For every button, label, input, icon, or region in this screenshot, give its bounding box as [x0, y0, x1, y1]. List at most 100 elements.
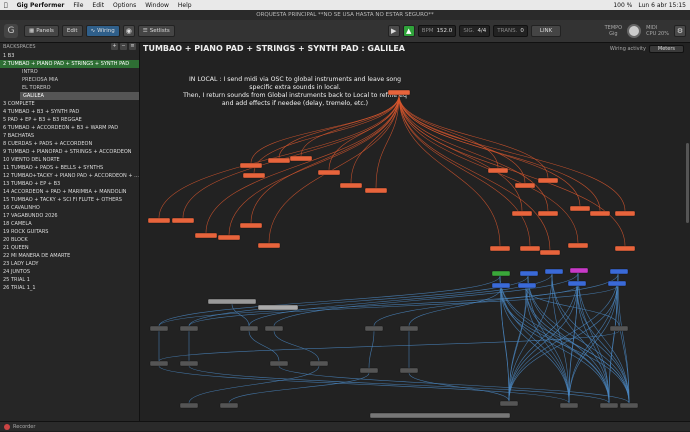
plugin-block[interactable] [514, 182, 536, 189]
plugin-block[interactable] [519, 270, 539, 277]
plugin-block[interactable] [217, 234, 241, 241]
plugin-block[interactable] [567, 280, 587, 287]
mixer-block[interactable] [207, 298, 257, 305]
add-icon[interactable]: + [111, 43, 118, 50]
menu-file[interactable]: File [73, 2, 83, 9]
plugin-block[interactable] [147, 217, 171, 224]
plugin-block[interactable] [242, 172, 266, 179]
plugin-block[interactable] [317, 169, 341, 176]
rackspace-item[interactable]: 5 PAD + EP + B3 + B3 REGGAE [0, 116, 139, 124]
variation-item[interactable]: INTRO [0, 68, 139, 76]
plugin-block[interactable] [239, 325, 259, 332]
rackspace-item[interactable]: 19 ROCK GUITARS [0, 228, 139, 236]
plugin-block[interactable] [149, 360, 169, 367]
plugin-block[interactable] [589, 210, 611, 217]
menu-help[interactable]: Help [178, 2, 192, 9]
rackspace-item[interactable]: 3 COMPLETE [0, 100, 139, 108]
plugin-block[interactable] [239, 162, 263, 169]
rackspace-item[interactable]: 12 TUMBAO+TACKY + PIANO PAD + ACCORDEON … [0, 172, 139, 180]
plugin-block[interactable] [499, 400, 519, 407]
plugin-block[interactable] [194, 232, 218, 239]
master-volume-knob[interactable] [627, 24, 642, 38]
signature-field[interactable]: SIG. 4/4 [459, 25, 491, 37]
plugin-block[interactable] [339, 182, 363, 189]
rackspace-item[interactable]: 24 JUNTOS [0, 268, 139, 276]
plugin-block[interactable] [569, 267, 589, 274]
rackspace-item[interactable]: 15 TUMBAO + TACKY + SCI FI FLUTE + OTHER… [0, 196, 139, 204]
remove-icon[interactable]: − [120, 43, 127, 50]
rackspace-item[interactable]: 7 BACHATAS [0, 132, 139, 140]
link-button[interactable]: LINK [530, 25, 562, 37]
plugin-block[interactable] [269, 360, 289, 367]
setlists-button[interactable]: ☰ Setlists [137, 25, 175, 37]
plugin-block[interactable] [491, 282, 511, 289]
plugin-block[interactable] [619, 402, 639, 409]
apple-menu[interactable]:  [4, 2, 8, 9]
plugin-block[interactable] [219, 402, 239, 409]
rackspace-item[interactable]: 23 LADY LADY [0, 260, 139, 268]
plugin-block[interactable] [487, 167, 509, 174]
play-icon[interactable]: ▶ [387, 25, 400, 37]
plugin-block[interactable] [559, 402, 579, 409]
audio-out-block[interactable] [369, 412, 511, 419]
rackspace-item[interactable]: 8 CUERDAS + PADS + ACCORDEON [0, 140, 139, 148]
plugin-block[interactable] [537, 177, 559, 184]
plugin-block[interactable] [609, 268, 629, 275]
bpm-field[interactable]: BPM 152.0 [417, 25, 457, 37]
plugin-block[interactable] [517, 282, 537, 289]
rackspace-item[interactable]: 6 TUMBAO + ACCORDEON + B3 + WARM PAD [0, 124, 139, 132]
recorder-label[interactable]: Recorder [13, 422, 35, 432]
plugin-block[interactable] [267, 157, 291, 164]
plugin-block[interactable] [239, 222, 263, 229]
wiring-canvas[interactable]: TUMBAO + PIANO PAD + STRINGS + SYNTH PAD… [140, 43, 690, 421]
plugin-block[interactable] [399, 325, 419, 332]
mixer-block[interactable] [257, 304, 299, 311]
plugin-block[interactable] [614, 245, 636, 252]
rackspace-item[interactable]: 16 CAVALINHO [0, 204, 139, 212]
plugin-block[interactable] [364, 325, 384, 332]
app-logo-icon[interactable]: G [4, 24, 18, 38]
plugin-block[interactable] [519, 245, 541, 252]
menu-window[interactable]: Window [145, 2, 169, 9]
plugin-block[interactable] [309, 360, 329, 367]
plugin-block[interactable] [567, 242, 589, 249]
plugin-block[interactable] [489, 245, 511, 252]
plugin-block[interactable] [599, 402, 619, 409]
rackspace-item[interactable]: 25 TRIAL 1 [0, 276, 139, 284]
recorder-icon[interactable] [4, 423, 10, 430]
plugin-block[interactable] [537, 210, 559, 217]
plugin-block[interactable] [257, 242, 281, 249]
plugin-block[interactable] [179, 360, 199, 367]
plugin-block[interactable] [607, 280, 627, 287]
plugin-block[interactable] [171, 217, 195, 224]
panels-button[interactable]: ▦ Panels [24, 25, 59, 37]
plugin-block[interactable] [539, 249, 561, 256]
rackspace-item[interactable]: 14 ACCORDEON + PAD + MARIMBA + MANDOLIN [0, 188, 139, 196]
plugin-block[interactable] [399, 367, 419, 374]
plugin-block[interactable] [364, 187, 388, 194]
rackspace-item[interactable]: 1 B3 [0, 52, 139, 60]
plugin-block[interactable] [264, 325, 284, 332]
rackspace-item[interactable]: 4 TUMBAO + B3 + SYNTH PAD [0, 108, 139, 116]
global-rackspace-icon[interactable]: ◉ [122, 25, 135, 37]
plugin-block[interactable] [609, 325, 629, 332]
settings-gear-icon[interactable]: ⚙ [674, 25, 686, 37]
transpose-field[interactable]: TRANS. 0 [493, 25, 528, 37]
rackspace-item[interactable]: 22 MI MANERA DE AMARTE [0, 252, 139, 260]
plugin-block[interactable] [149, 325, 169, 332]
plugin-block[interactable] [179, 402, 199, 409]
plugin-block[interactable] [179, 325, 199, 332]
rackspace-item[interactable]: 26 TRIAL 1_1 [0, 284, 139, 292]
menu-icon[interactable]: ≡ [129, 43, 136, 50]
menu-options[interactable]: Options [113, 2, 136, 9]
rackspace-item[interactable]: 2 TUMBAO + PIANO PAD + STRINGS + SYNTH P… [0, 60, 139, 68]
rackspace-item[interactable]: 10 VIENTO DEL NORTE [0, 156, 139, 164]
variation-item[interactable]: PRECIOSA MIA [0, 76, 139, 84]
rackspace-item[interactable]: 20 BLOCK [0, 236, 139, 244]
plugin-block[interactable] [511, 210, 533, 217]
app-menu[interactable]: Gig Performer [17, 2, 65, 9]
plugin-block[interactable] [544, 268, 564, 275]
edit-button[interactable]: Edit [61, 25, 83, 37]
rackspace-item[interactable]: 17 VAGABUNDO 2026 [0, 212, 139, 220]
plugin-block[interactable] [289, 155, 313, 162]
